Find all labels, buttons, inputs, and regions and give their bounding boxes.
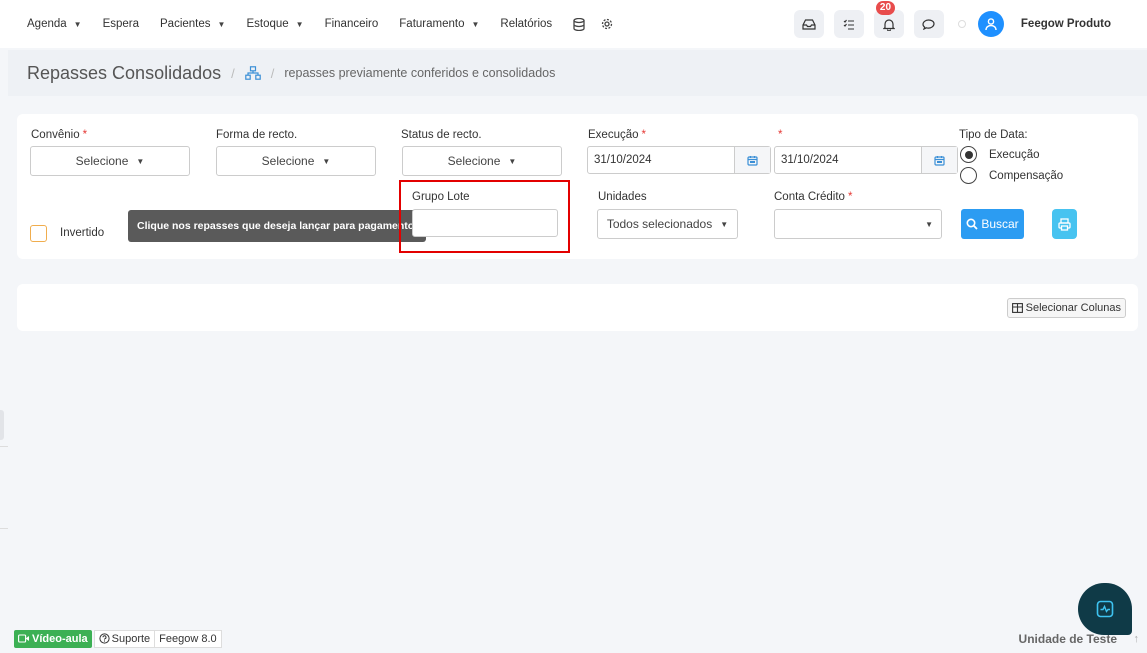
conta-credito-label: Conta Crédito *	[774, 191, 853, 203]
radio-execucao[interactable]: Execução	[960, 146, 1040, 163]
calendar-icon[interactable]	[921, 147, 957, 173]
top-navbar: Agenda ▼ Espera Pacientes ▼ Estoque ▼ Finan…	[0, 0, 1147, 48]
unidades-select[interactable]: Todos selecionados ▼	[597, 209, 738, 239]
tipo-data-label: Tipo de Data:	[959, 129, 1028, 141]
caret-down-icon: ▼	[322, 156, 331, 166]
forma-label: Forma de recto.	[216, 129, 298, 141]
select-columns-button[interactable]: Selecionar Colunas	[1006, 298, 1126, 318]
calendar-icon[interactable]	[734, 147, 770, 173]
toolbar-right: 20 Feegow Produto	[793, 0, 1147, 48]
unidades-label: Unidades	[598, 191, 647, 203]
side-handle[interactable]	[0, 410, 4, 440]
menu-relatorios[interactable]: Relatórios	[500, 18, 552, 30]
menu-espera[interactable]: Espera	[103, 18, 139, 30]
search-icon	[966, 218, 978, 230]
gear-icon[interactable]	[601, 18, 613, 30]
filter-panel: Convênio * Forma de recto. Status de rect…	[17, 114, 1138, 259]
menu-financeiro[interactable]: Financeiro	[325, 18, 379, 30]
caret-down-icon: ▼	[925, 219, 933, 229]
notifications-button[interactable]: 20	[873, 1, 904, 38]
user-name[interactable]: Feegow Produto	[1021, 18, 1111, 30]
chat-icon	[922, 18, 936, 30]
radio-button[interactable]	[960, 146, 977, 163]
breadcrumb: repasses previamente conferidos e consol…	[284, 66, 556, 80]
table-icon	[1011, 303, 1023, 313]
forma-select[interactable]: Selecione ▼	[216, 146, 376, 176]
radio-button[interactable]	[960, 167, 977, 184]
invertido-label: Invertido	[60, 227, 105, 239]
user-icon	[985, 18, 997, 31]
sitemap-icon[interactable]	[244, 66, 261, 80]
caret-down-icon: ▼	[136, 156, 145, 166]
footer: Vídeo-aula Suporte Feegow 8.0 Unidade de…	[0, 624, 1147, 653]
avatar[interactable]	[977, 11, 1004, 37]
menu-estoque[interactable]: Estoque ▼	[246, 18, 303, 30]
menu-agenda[interactable]: Agenda ▼	[27, 18, 82, 30]
date-to-field[interactable]: 31/10/2024	[774, 146, 958, 174]
convenio-label: Convênio *	[31, 129, 88, 141]
tooltip: Clique nos repasses que deseja lançar pa…	[128, 210, 427, 242]
video-aula-button[interactable]: Vídeo-aula	[14, 629, 92, 648]
date-from-field[interactable]: 31/10/2024	[587, 146, 771, 174]
video-icon	[18, 634, 29, 643]
menu-faturamento[interactable]: Faturamento ▼	[399, 18, 479, 30]
status-select[interactable]: Selecione ▼	[402, 146, 562, 176]
checklist-icon	[843, 19, 854, 30]
bell-icon	[882, 18, 895, 31]
database-icon[interactable]	[573, 17, 585, 31]
support-link[interactable]: Suporte	[93, 629, 156, 648]
page-header: Repasses Consolidados / / repasses previ…	[8, 50, 1147, 96]
conta-credito-select[interactable]: ▼	[774, 209, 942, 239]
date-to-label: *	[778, 129, 783, 141]
help-icon	[99, 633, 110, 644]
execucao-label: Execução *	[588, 129, 646, 141]
menu-pacientes[interactable]: Pacientes ▼	[160, 18, 225, 30]
printer-icon	[1058, 217, 1071, 231]
status-indicator	[957, 20, 966, 28]
caret-down-icon: ▼	[217, 19, 226, 29]
caret-down-icon: ▼	[73, 19, 82, 29]
radio-compensacao[interactable]: Compensação	[960, 167, 1063, 184]
invertido-checkbox[interactable]	[30, 225, 47, 242]
arrow-up-icon[interactable]: ↑	[1134, 633, 1140, 645]
search-button[interactable]: Buscar	[961, 209, 1024, 239]
version-label: Feegow 8.0	[155, 629, 222, 648]
inbox-icon	[802, 18, 816, 30]
divider	[0, 528, 8, 529]
convenio-select[interactable]: Selecione ▼	[30, 146, 190, 176]
chat-button[interactable]	[913, 10, 944, 38]
divider	[0, 446, 8, 447]
chat-widget-button[interactable]	[1078, 583, 1132, 635]
print-button[interactable]	[1052, 209, 1077, 239]
breadcrumb-separator: /	[231, 65, 235, 81]
page-title: Repasses Consolidados	[27, 62, 222, 83]
caret-down-icon: ▼	[295, 19, 304, 29]
monitor-icon	[1096, 600, 1114, 618]
status-label: Status de recto.	[401, 129, 482, 141]
results-panel: Selecionar Colunas	[17, 284, 1138, 331]
breadcrumb-separator: /	[270, 65, 275, 81]
notification-badge: 20	[875, 1, 896, 15]
highlight-box	[399, 180, 570, 253]
caret-down-icon: ▼	[508, 156, 517, 166]
caret-down-icon: ▼	[720, 219, 729, 229]
main-menu: Agenda ▼ Espera Pacientes ▼ Estoque ▼ Finan…	[27, 17, 629, 31]
inbox-button[interactable]	[793, 10, 824, 38]
tasks-button[interactable]	[833, 10, 864, 38]
caret-down-icon: ▼	[471, 19, 480, 29]
